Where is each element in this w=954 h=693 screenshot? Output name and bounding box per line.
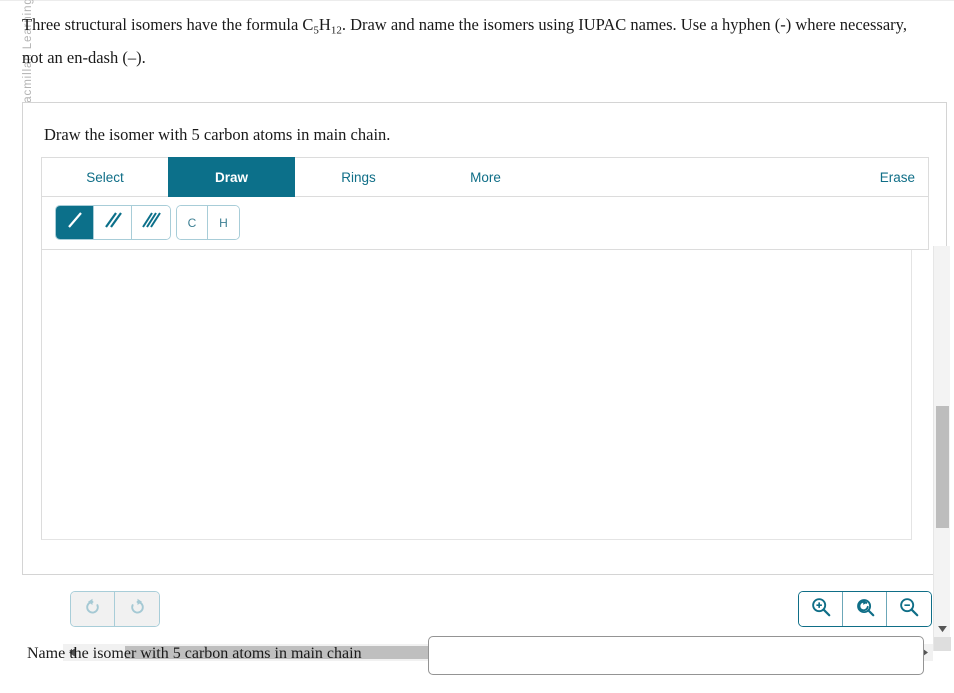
- redo-icon: [128, 597, 147, 621]
- zoom-out-icon: [898, 596, 920, 623]
- editor-tabstrip: Select Draw Rings More Erase: [41, 157, 929, 197]
- zoom-in-icon: [810, 596, 832, 623]
- scrollbar-corner: [934, 637, 951, 651]
- prompt-text-part2: H: [318, 15, 331, 34]
- drawing-panel: Draw the isomer with 5 carbon atoms in m…: [22, 102, 951, 661]
- zoom-button-group: [798, 591, 932, 627]
- atom-carbon-button[interactable]: C: [177, 206, 208, 239]
- question-prompt: Three structural isomers have the formul…: [22, 11, 922, 71]
- zoom-out-button[interactable]: [887, 592, 931, 626]
- canvas-region: [41, 250, 929, 557]
- zoom-reset-icon: [854, 596, 876, 623]
- bond-tool-group: [55, 205, 171, 240]
- history-button-group: [70, 591, 160, 627]
- single-bond-button[interactable]: [56, 206, 94, 239]
- scroll-down-arrow-icon[interactable]: [934, 621, 951, 637]
- top-divider: [0, 0, 954, 1]
- answer-input[interactable]: [428, 636, 924, 675]
- formula-subscript-hydrogen: 12: [330, 24, 342, 37]
- tab-more[interactable]: More: [422, 157, 549, 197]
- undo-button[interactable]: [71, 592, 115, 626]
- assignment-page: © Macmillan Learning Three structural is…: [0, 0, 954, 693]
- molecule-editor: Select Draw Rings More Erase C H: [41, 157, 929, 557]
- atom-tool-group: C H: [176, 205, 240, 240]
- undo-icon: [83, 597, 102, 621]
- atom-hydrogen-button[interactable]: H: [208, 206, 239, 239]
- molecule-canvas[interactable]: [41, 250, 912, 540]
- tab-select[interactable]: Select: [42, 157, 168, 197]
- tabstrip-right-frame: [556, 157, 929, 197]
- erase-button[interactable]: Erase: [880, 157, 915, 198]
- vertical-scrollbar[interactable]: [933, 246, 951, 651]
- single-bond-icon: [64, 209, 86, 236]
- zoom-reset-button[interactable]: [843, 592, 887, 626]
- vertical-scrollbar-thumb[interactable]: [936, 406, 949, 528]
- prompt-text-part1: Three structural isomers have the formul…: [22, 15, 314, 34]
- panel-title: Draw the isomer with 5 carbon atoms in m…: [44, 125, 391, 144]
- tab-draw[interactable]: Draw: [168, 157, 295, 197]
- triple-bond-icon: [140, 209, 162, 236]
- zoom-in-button[interactable]: [799, 592, 843, 626]
- answer-label: Name the isomer with 5 carbon atoms in m…: [27, 645, 362, 662]
- double-bond-button[interactable]: [94, 206, 132, 239]
- redo-button[interactable]: [115, 592, 159, 626]
- editor-toolbar: C H: [41, 197, 929, 250]
- tab-rings[interactable]: Rings: [295, 157, 422, 197]
- triple-bond-button[interactable]: [132, 206, 170, 239]
- double-bond-icon: [102, 209, 124, 236]
